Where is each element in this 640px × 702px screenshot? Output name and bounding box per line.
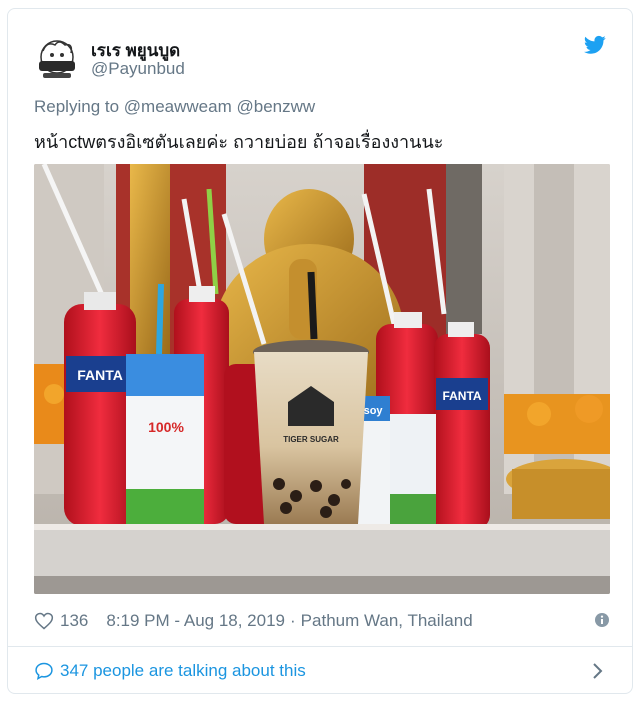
twitter-bird-icon[interactable] — [584, 35, 606, 55]
mention-link[interactable]: @benzww — [236, 97, 315, 116]
location[interactable]: Pathum Wan, Thailand — [301, 611, 473, 631]
info-icon[interactable] — [594, 612, 610, 628]
replying-to: Replying to @meawweam @benzww — [34, 97, 315, 117]
conversation-link[interactable]: 347 people are talking about this — [34, 659, 610, 683]
heart-icon[interactable] — [34, 611, 54, 631]
timestamp[interactable]: 8:19 PM - Aug 18, 2019 — [106, 611, 285, 631]
fanta-right-label: FANTA — [442, 389, 481, 403]
avatar[interactable] — [33, 37, 81, 81]
fanta-left-label: FANTA — [77, 367, 123, 383]
chevron-right-icon[interactable] — [592, 662, 604, 680]
user-handle[interactable]: @Payunbud — [91, 59, 185, 79]
tweet-header: เรเร พยูนบูด @Payunbud — [8, 9, 632, 89]
tweet-photo[interactable]: FANTA FANTA 100% asoy TIGER SUGAR — [34, 164, 610, 594]
like-count[interactable]: 136 — [60, 611, 88, 631]
tiger-sugar-label: TIGER SUGAR — [283, 435, 339, 444]
photo-illustration: FANTA FANTA 100% asoy TIGER SUGAR — [34, 164, 610, 594]
mention-link[interactable]: @meawweam — [124, 97, 232, 116]
divider — [8, 646, 632, 647]
talking-label[interactable]: 347 people are talking about this — [60, 661, 306, 681]
separator-dot: · — [290, 611, 296, 630]
speech-bubble-icon — [35, 662, 53, 680]
replying-label: Replying to — [34, 97, 120, 116]
tweet-meta: 136 8:19 PM - Aug 18, 2019 · Pathum Wan,… — [34, 609, 610, 633]
vitamilk-label: 100% — [148, 419, 184, 435]
tweet-card: เรเร พยูนบูด @Payunbud Replying to @meaw… — [7, 8, 633, 694]
tweet-text: หน้าctwตรงอิเซตันเลยค่ะ ถวายบ่อย ถ้าจอเร… — [34, 132, 444, 152]
